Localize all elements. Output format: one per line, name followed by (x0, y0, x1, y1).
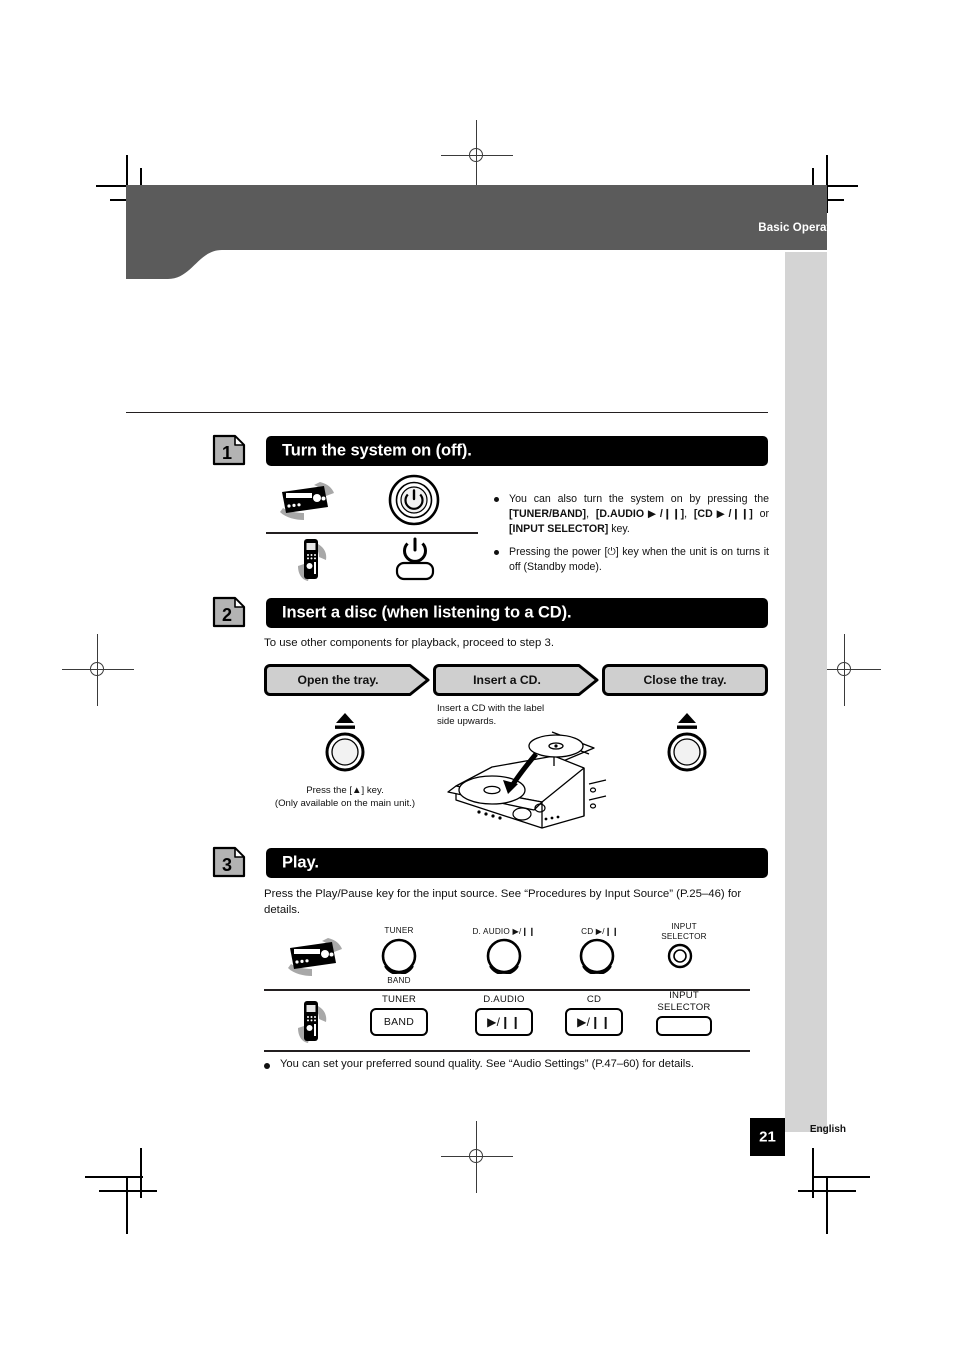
main-key-label-input-selector: INPUT SELECTOR (661, 922, 707, 941)
step-2: 2 Insert a disc (when listening to a CD)… (212, 596, 768, 636)
content-divider (126, 412, 768, 413)
step-3-title: Play. (282, 853, 319, 872)
page-number-badge: 21 (750, 1118, 785, 1156)
step-3-title-bar: Play. (266, 848, 768, 878)
remote-label-tuner: TUNER (381, 994, 417, 1005)
manual-page: Basic Operation 1 Turn the system on (of… (0, 0, 954, 1350)
step-3-intro: Press the Play/Pause key for the input s… (264, 888, 742, 916)
page-number: 21 (759, 1128, 776, 1146)
remote-control-icon (292, 536, 334, 587)
eject-caption: Press the [▲] key. (Only available on the… (274, 785, 416, 809)
step-1-title-bar: Turn the system on (off). (266, 436, 768, 466)
step-1-notes: You can also turn the system on by press… (492, 492, 769, 582)
page-edge-bar (785, 252, 827, 1132)
hifi-unit-icon (276, 480, 338, 527)
pill-insert-cd[interactable]: Insert a CD. (433, 664, 599, 696)
eject-button-icon (660, 710, 714, 777)
svg-text:1: 1 (222, 443, 232, 463)
note-item: You can also turn the system on by press… (492, 492, 769, 538)
step-3: 3 Play. (212, 846, 768, 886)
remote-key-label: BAND (383, 1016, 415, 1028)
step-3-remote-row: TUNER BAND D.AUDIO ▶/❙❙ CD ▶/❙❙ INPUT SEL… (264, 990, 769, 1052)
section-title: Basic Operation (758, 222, 848, 234)
footnote: You can set your preferred sound quality… (264, 1058, 785, 1070)
registration-mark-right (809, 634, 881, 706)
remote-label-daudio: D.AUDIO (483, 994, 525, 1005)
power-button-icon (388, 474, 440, 531)
step-2-title-bar: Insert a disc (when listening to a CD). (266, 598, 768, 628)
remote-key-daudio-play-pause[interactable]: ▶/❙❙ (475, 1008, 533, 1036)
step-1-badge: 1 (212, 434, 246, 466)
pill-label: Open the tray. (297, 673, 379, 687)
footer-language: English (809, 1124, 846, 1135)
header-tab-shape (126, 250, 222, 279)
registration-mark-left (62, 634, 134, 706)
eject-button-icon (318, 710, 372, 777)
pill-close-tray[interactable]: Close the tray. (602, 664, 768, 696)
registration-mark-top (441, 120, 513, 192)
main-key-label-tuner: TUNER (384, 926, 414, 935)
icon-grid-divider (266, 532, 478, 534)
main-key-label-daudio: D. AUDIO ▶/❙❙ (472, 927, 536, 936)
tuner-knob-icon[interactable] (375, 938, 423, 979)
svg-text:3: 3 (222, 855, 232, 875)
step-2-badge: 2 (212, 596, 246, 628)
remote-label-input-selector: INPUT SELECTOR (657, 990, 711, 1013)
header-band (126, 185, 827, 250)
registration-mark-bottom (441, 1121, 513, 1193)
step-2-illustrations: Press the [▲] key. (Only available on the… (264, 702, 769, 829)
step-1-icon-grid (266, 474, 478, 584)
step-2-title: Insert a disc (when listening to a CD). (282, 603, 572, 622)
step-3-badge: 3 (212, 846, 246, 878)
remote-label-cd: CD (586, 994, 602, 1005)
step-3-main-unit-row: TUNER BAND D. AUDIO ▶/❙❙ CD ▶/❙❙ INPUT SE… (264, 922, 769, 988)
step-1-title: Turn the system on (off). (282, 441, 472, 460)
input-selector-knob-icon[interactable] (664, 942, 696, 977)
cd-knob-icon[interactable] (573, 938, 621, 979)
step-2-intro: To use other components for playback, pr… (264, 637, 554, 649)
svg-text:2: 2 (222, 605, 232, 625)
remote-key-cd-play-pause[interactable]: ▶/❙❙ (565, 1008, 623, 1036)
daudio-knob-icon[interactable] (480, 938, 528, 979)
pill-label: Insert a CD. (473, 673, 541, 687)
remote-key-label: ▶/❙❙ (577, 1015, 611, 1029)
pill-open-tray[interactable]: Open the tray. (264, 664, 430, 696)
main-key-sublabel-band: BAND (387, 976, 411, 985)
remote-key-band[interactable]: BAND (370, 1008, 428, 1036)
note-item: Pressing the power [⏻] key when the unit… (492, 545, 769, 575)
footnote-divider (264, 1050, 750, 1052)
hifi-unit-icon (284, 936, 346, 983)
remote-key-input-selector[interactable] (656, 1016, 712, 1036)
remote-control-icon (292, 998, 334, 1049)
cd-tray-illustration (434, 724, 609, 834)
step-2-pill-row: Open the tray. Insert a CD. Close the tr… (264, 664, 768, 696)
pill-label: Close the tray. (643, 673, 727, 687)
remote-key-label: ▶/❙❙ (487, 1015, 521, 1029)
power-key-icon (392, 536, 438, 587)
